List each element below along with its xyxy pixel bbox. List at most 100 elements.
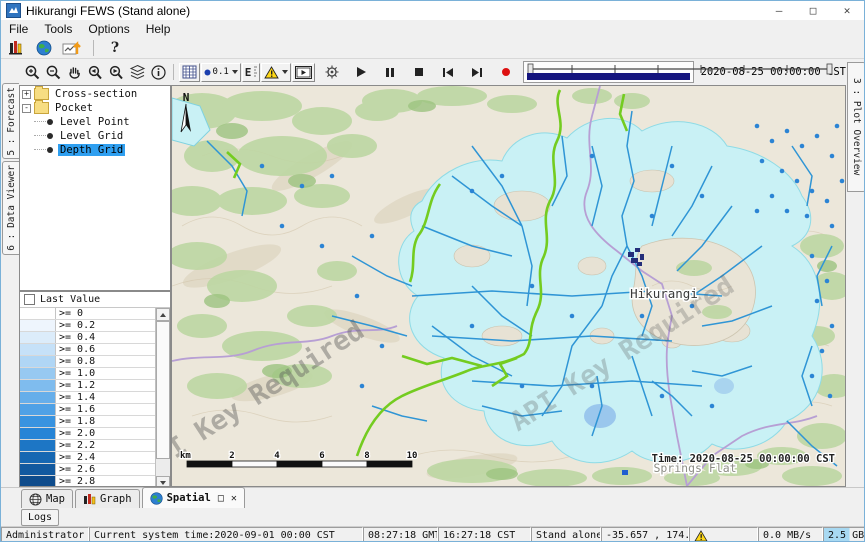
legend-row-label: >= 2.6 — [56, 464, 155, 475]
tree-item-level-point[interactable]: Level Point — [20, 116, 170, 128]
legend-panel: Last Value >= 0>= 0.2>= 0.4>= 0.6>= 0.8>… — [19, 291, 171, 487]
import-chart-icon[interactable] — [61, 38, 83, 57]
play-button[interactable] — [351, 62, 371, 82]
last-value-checkbox[interactable] — [24, 294, 35, 305]
zoom-out-icon[interactable] — [43, 62, 63, 82]
timeline-slider[interactable] — [523, 61, 693, 83]
svg-text:2: 2 — [229, 451, 234, 461]
tree-item-cross-section[interactable]: + Cross-section — [20, 88, 170, 100]
scalebar-toggle-button[interactable]: E — [242, 63, 261, 82]
minimize-button[interactable]: — — [762, 2, 796, 20]
legend-row[interactable]: >= 1.4 — [20, 392, 155, 404]
spatial-display-icon[interactable] — [33, 38, 55, 57]
legend-row[interactable]: >= 0.4 — [20, 332, 155, 344]
grid-toggle-button[interactable] — [179, 63, 200, 82]
folder-icon — [34, 102, 49, 114]
tree-item-pocket[interactable]: - Pocket — [20, 102, 170, 114]
last-value-toggle[interactable]: Last Value — [20, 292, 170, 308]
tab-spatial[interactable]: Spatial □ ✕ — [142, 487, 245, 508]
chevron-down-icon — [282, 70, 288, 74]
warning-dropdown[interactable] — [261, 63, 291, 82]
legend-swatch — [20, 440, 56, 451]
tab-data-viewer[interactable]: 6 : Data Viewer — [2, 161, 20, 255]
filter-tree-panel: + Cross-section - Pocket Level Point Lev… — [19, 85, 171, 291]
interval-dropdown[interactable]: 0.1 — [201, 63, 241, 82]
tree-item-level-grid[interactable]: Level Grid — [20, 130, 170, 142]
logs-button[interactable]: Logs — [21, 509, 59, 526]
svg-text:4: 4 — [274, 451, 280, 461]
legend-row[interactable]: >= 2.4 — [20, 452, 155, 464]
maximize-button[interactable]: □ — [796, 2, 830, 20]
menu-file[interactable]: File — [1, 21, 36, 37]
scrollbar-thumb[interactable] — [156, 321, 170, 459]
status-system-time: Current system time:2020-09-01 00:00 CST — [89, 527, 363, 542]
tree-item-depth-grid[interactable]: Depth Grid — [20, 144, 170, 156]
tab-graph[interactable]: Graph — [75, 489, 140, 508]
menu-help[interactable]: Help — [138, 21, 179, 37]
legend-row-label: >= 1.4 — [56, 392, 155, 403]
expand-icon[interactable]: + — [22, 90, 31, 99]
legend-row[interactable]: >= 1.2 — [20, 380, 155, 392]
tab-map[interactable]: Map — [21, 489, 73, 508]
status-transfer-rate: 0.0 MB/s — [758, 527, 823, 542]
legend-row[interactable]: >= 1.6 — [20, 404, 155, 416]
menu-options[interactable]: Options — [80, 21, 137, 37]
legend-row-label: >= 2.2 — [56, 440, 155, 451]
legend-swatch — [20, 452, 56, 463]
legend-row[interactable]: >= 1.0 — [20, 368, 155, 380]
scroll-down-icon[interactable] — [156, 476, 170, 487]
scroll-up-icon[interactable] — [156, 308, 170, 321]
tab-close-icon[interactable]: ✕ — [231, 493, 237, 504]
legend-swatch — [20, 356, 56, 367]
layers-icon[interactable] — [127, 62, 147, 82]
collapse-icon[interactable]: - — [22, 104, 31, 113]
svg-text:8: 8 — [364, 451, 369, 461]
legend-row[interactable]: >= 0.2 — [20, 320, 155, 332]
step-forward-button[interactable] — [467, 62, 487, 82]
record-button[interactable] — [496, 62, 516, 82]
stop-button[interactable] — [409, 62, 429, 82]
legend-swatch — [20, 476, 56, 487]
movie-player-button[interactable] — [292, 63, 315, 82]
zoom-in-icon[interactable] — [22, 62, 42, 82]
menu-tools[interactable]: Tools — [36, 21, 80, 37]
legend-row[interactable]: >= 2.6 — [20, 464, 155, 476]
help-button[interactable]: ? — [104, 38, 126, 57]
legend-row-label: >= 0 — [56, 308, 155, 319]
legend-row[interactable]: >= 0 — [20, 308, 155, 320]
legend-row[interactable]: >= 2.8 — [20, 476, 155, 487]
legend-row[interactable]: >= 0.6 — [20, 344, 155, 356]
close-button[interactable]: ✕ — [830, 2, 864, 20]
legend-row[interactable]: >= 0.8 — [20, 356, 155, 368]
node-bullet-icon — [47, 147, 53, 153]
tab-forecast[interactable]: 5 : Forecast — [2, 83, 20, 159]
pan-icon[interactable] — [64, 62, 84, 82]
legend-row[interactable]: >= 2.2 — [20, 440, 155, 452]
zoom-previous-icon[interactable] — [85, 62, 105, 82]
right-tab-strip: 3 : Plot Overview — [846, 59, 865, 487]
window-title: Hikurangi FEWS (Stand alone) — [26, 4, 190, 18]
legend-scrollbar[interactable] — [155, 308, 170, 487]
explorer-icon[interactable] — [5, 38, 27, 57]
info-icon[interactable] — [148, 62, 168, 82]
status-coordinates: -35.657 , 174.199 — [601, 527, 689, 542]
legend-row-label: >= 0.4 — [56, 332, 155, 343]
warning-icon — [694, 530, 708, 542]
legend-swatch — [20, 308, 56, 319]
legend-row[interactable]: >= 1.8 — [20, 416, 155, 428]
export-animation-icon[interactable] — [322, 62, 342, 82]
legend-swatch — [20, 320, 56, 331]
status-warning-cell[interactable] — [689, 527, 758, 542]
step-backward-button[interactable] — [438, 62, 458, 82]
svg-text:6: 6 — [319, 451, 324, 461]
tab-plot-overview[interactable]: 3 : Plot Overview — [847, 62, 865, 192]
map-canvas[interactable]: API Key Required API Key Required Hikura… — [172, 86, 846, 487]
app-icon — [6, 3, 21, 18]
bottom-tab-bar: Map Graph Spatial □ ✕ — [1, 487, 865, 508]
zoom-next-icon[interactable] — [106, 62, 126, 82]
tab-maximize-icon[interactable]: □ — [218, 493, 224, 504]
legend-swatch — [20, 416, 56, 427]
pause-button[interactable] — [380, 62, 400, 82]
legend-row-label: >= 0.8 — [56, 356, 155, 367]
legend-row[interactable]: >= 2.0 — [20, 428, 155, 440]
